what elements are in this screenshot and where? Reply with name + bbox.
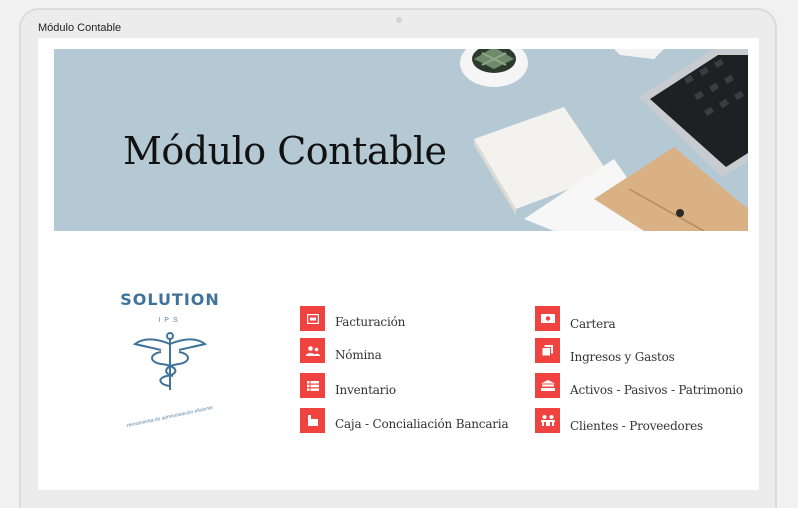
device-frame: Módulo Contable Módulo Contable SOLUTION… (19, 8, 777, 508)
menu-label-nomina: Nómina (335, 348, 382, 362)
hero-banner: Módulo Contable (54, 49, 748, 231)
menu-label-inventario: Inventario (335, 383, 396, 397)
people-icon (535, 408, 560, 433)
page-screen: Módulo Contable SOLUTION IPS Herramienta… (38, 38, 759, 490)
copy-icon (535, 338, 560, 363)
menu-label-clientes-proveedores: Clientes - Proveedores (570, 419, 703, 433)
cash-register-icon (300, 408, 325, 433)
balance-icon (535, 373, 560, 398)
list-icon (300, 373, 325, 398)
money-bill-icon (535, 306, 560, 331)
logo-subtitle: IPS (158, 317, 182, 324)
menu-label-ingresos-gastos: Ingresos y Gastos (570, 350, 675, 364)
users-icon (300, 338, 325, 363)
menu-label-caja: Caja - Concialiación Bancaria (335, 417, 509, 431)
menu-label-cartera: Cartera (570, 317, 616, 331)
invoice-icon (300, 306, 325, 331)
window-title: Módulo Contable (38, 22, 122, 34)
menu-label-facturacion: Facturación (335, 315, 406, 329)
logo-tagline: Herramienta de administración eficiente (126, 405, 214, 429)
camera-dot (396, 17, 402, 23)
page-title: Módulo Contable (123, 129, 447, 173)
logo-name: SOLUTION (120, 290, 220, 309)
solution-ips-logo: SOLUTION IPS Herramienta de administraci… (105, 290, 235, 430)
menu-label-activos-pasivos: Activos - Pasivos - Patrimonio (570, 383, 743, 397)
caduceus-icon: Herramienta de administración eficiente (126, 332, 214, 429)
